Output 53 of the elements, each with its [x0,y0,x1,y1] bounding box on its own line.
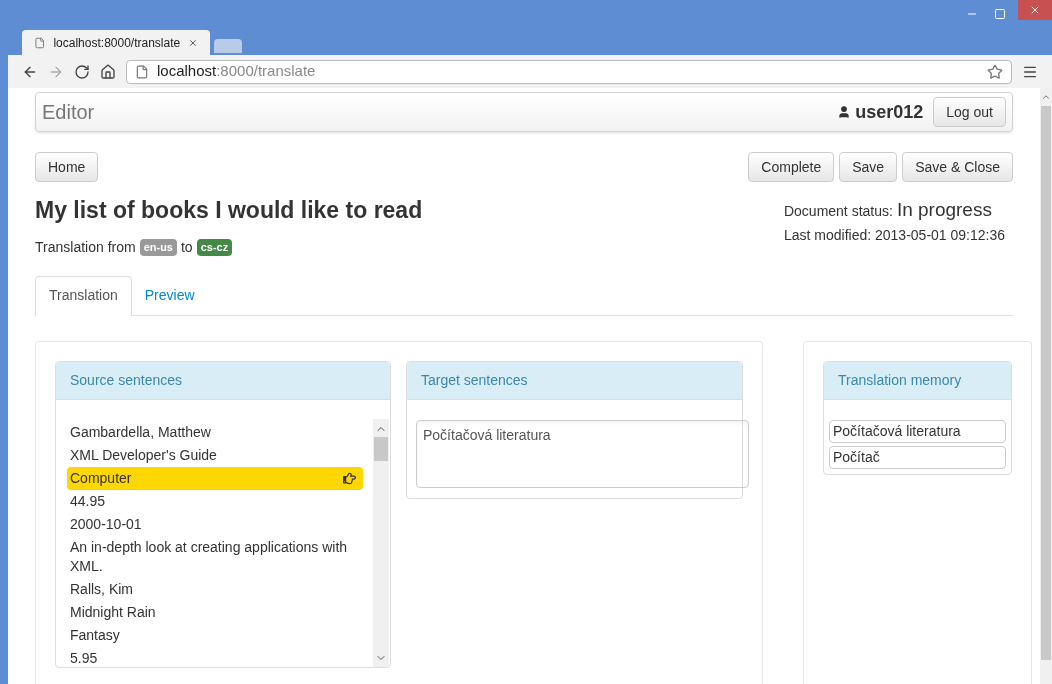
source-sentence[interactable]: XML Developer's Guide [67,443,363,467]
source-sentence[interactable]: An in-depth look at creating applications with XML. [67,535,363,578]
source-sentence[interactable]: Gambardella, Matthew [67,420,363,444]
language-label: cs-cz [196,239,233,256]
panel-heading: Source sentences [56,361,390,400]
scrollbar[interactable] [373,418,389,667]
toolbar-button[interactable]: Home [35,152,99,182]
close-button[interactable] [1018,0,1052,20]
source-sentence[interactable]: Computer [67,466,363,490]
connector-text: to [180,237,193,257]
close-icon [1029,4,1041,16]
username: user012 [855,100,924,124]
document-title: My list of books I would like to read [35,196,423,225]
scrollbar-thumb[interactable] [374,436,388,461]
panel-heading: Translation memory [824,361,1011,400]
language-label: en-us [139,239,177,256]
source-sentence[interactable]: Fantasy [67,623,363,647]
toolbar-button[interactable]: Complete [748,152,835,182]
page-icon [34,35,46,50]
page-icon [135,64,149,79]
toolbar-button[interactable]: Save & Close [902,152,1013,182]
new-tab-button[interactable] [214,39,242,53]
tab[interactable]: Preview [131,275,208,316]
home-icon[interactable] [100,63,116,80]
address-bar[interactable]: localhost:8000/translate [126,59,1012,84]
scroll-up-icon[interactable] [1041,92,1051,102]
reload-icon[interactable] [74,63,90,80]
scrollbar-thumb[interactable] [1041,106,1051,660]
source-sentence[interactable]: 5.95 [67,646,363,670]
toolbar-button[interactable]: Log out [933,97,1006,127]
bookmark-star-icon[interactable] [987,63,1003,80]
memory-entry[interactable]: Počítač [829,445,1006,469]
translation-input[interactable]: Počítačová literatura [416,419,749,488]
user-icon [837,105,852,119]
tab-title: localhost:8000/translate [53,34,181,52]
last-modified-text: Last modified: 2013-05-01 09:12:36 [783,225,1005,245]
source-sentence[interactable]: Midnight Rain [67,600,363,624]
memory-entry[interactable]: Počítačová literatura [829,419,1006,443]
source-sentence[interactable]: Ralls, Kim [67,577,363,601]
source-sentence[interactable]: 2000-10-01 [67,512,363,536]
maximize-icon[interactable] [994,8,1006,20]
panel-heading: Target sentences [407,361,742,400]
tab[interactable]: Translation [35,275,132,316]
toolbar-button[interactable]: Save [839,152,898,182]
url-text: localhost:8000/translate [157,61,317,82]
browser-tab[interactable]: localhost:8000/translate [22,30,210,55]
status-label: Document status: [783,202,893,221]
pointing-hand-icon [343,471,356,485]
brand-text[interactable]: Editor [42,97,838,127]
status-value: In progress [896,198,992,222]
translation-label: Translation from [35,237,136,257]
page-scrollbar[interactable] [1040,88,1052,684]
source-sentence[interactable]: 44.95 [67,489,363,513]
